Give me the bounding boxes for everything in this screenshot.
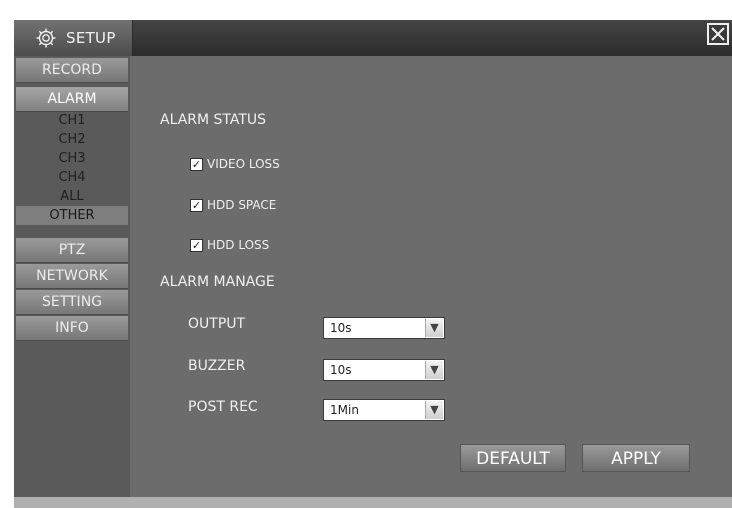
- menu-alarm[interactable]: ALARM: [16, 87, 128, 112]
- output-value: 10s: [330, 321, 352, 335]
- setup-window: SETUP RECORD ALARM CH1 CH2 CH3 CH4 ALL O…: [14, 20, 732, 508]
- hdd-space-checkbox[interactable]: ✓: [190, 199, 203, 212]
- submenu-ch2[interactable]: CH2: [16, 130, 128, 149]
- menu-info[interactable]: INFO: [16, 316, 128, 341]
- submenu-ch4[interactable]: CH4: [16, 168, 128, 187]
- output-label: OUTPUT: [188, 316, 246, 332]
- post-rec-select[interactable]: 1Min ▼: [323, 399, 445, 421]
- submenu-ch1[interactable]: CH1: [16, 111, 128, 130]
- alarm-settings-panel: ALARM STATUS ✓ VIDEO LOSS ✓ HDD SPACE ✓ …: [130, 56, 732, 497]
- submenu-ch3[interactable]: CH3: [16, 149, 128, 168]
- alarm-status-heading: ALARM STATUS: [160, 112, 267, 128]
- menu-network[interactable]: NETWORK: [16, 264, 128, 289]
- close-button[interactable]: [707, 23, 729, 45]
- buzzer-value: 10s: [330, 363, 352, 377]
- apply-button[interactable]: APPLY: [582, 444, 690, 472]
- alarm-manage-heading: ALARM MANAGE: [160, 274, 275, 290]
- output-select[interactable]: 10s ▼: [323, 317, 445, 339]
- video-loss-checkbox[interactable]: ✓: [190, 158, 203, 171]
- hdd-loss-checkbox[interactable]: ✓: [190, 239, 203, 252]
- chevron-down-icon[interactable]: ▼: [425, 401, 443, 419]
- sidebar-menu: RECORD ALARM CH1 CH2 CH3 CH4 ALL OTHER P…: [14, 56, 130, 497]
- menu-record[interactable]: RECORD: [16, 58, 128, 83]
- window-title: SETUP: [66, 29, 116, 47]
- hdd-space-label: HDD SPACE: [207, 198, 277, 212]
- bottom-bar: [14, 497, 732, 508]
- hdd-loss-label: HDD LOSS: [207, 238, 270, 252]
- setup-tab[interactable]: SETUP: [14, 20, 133, 56]
- submenu-other[interactable]: OTHER: [16, 206, 128, 225]
- default-button[interactable]: DEFAULT: [460, 444, 566, 472]
- close-icon: [711, 27, 725, 41]
- title-bar: SETUP: [14, 20, 732, 56]
- chevron-down-icon[interactable]: ▼: [425, 361, 443, 379]
- post-rec-value: 1Min: [330, 403, 359, 417]
- buzzer-select[interactable]: 10s ▼: [323, 359, 445, 381]
- menu-ptz[interactable]: PTZ: [16, 238, 128, 263]
- post-rec-label: POST REC: [188, 399, 258, 415]
- gear-icon: [36, 28, 56, 48]
- menu-setting[interactable]: SETTING: [16, 290, 128, 315]
- chevron-down-icon[interactable]: ▼: [425, 319, 443, 337]
- video-loss-label: VIDEO LOSS: [207, 157, 280, 171]
- submenu-all[interactable]: ALL: [16, 187, 128, 206]
- buzzer-label: BUZZER: [188, 358, 246, 374]
